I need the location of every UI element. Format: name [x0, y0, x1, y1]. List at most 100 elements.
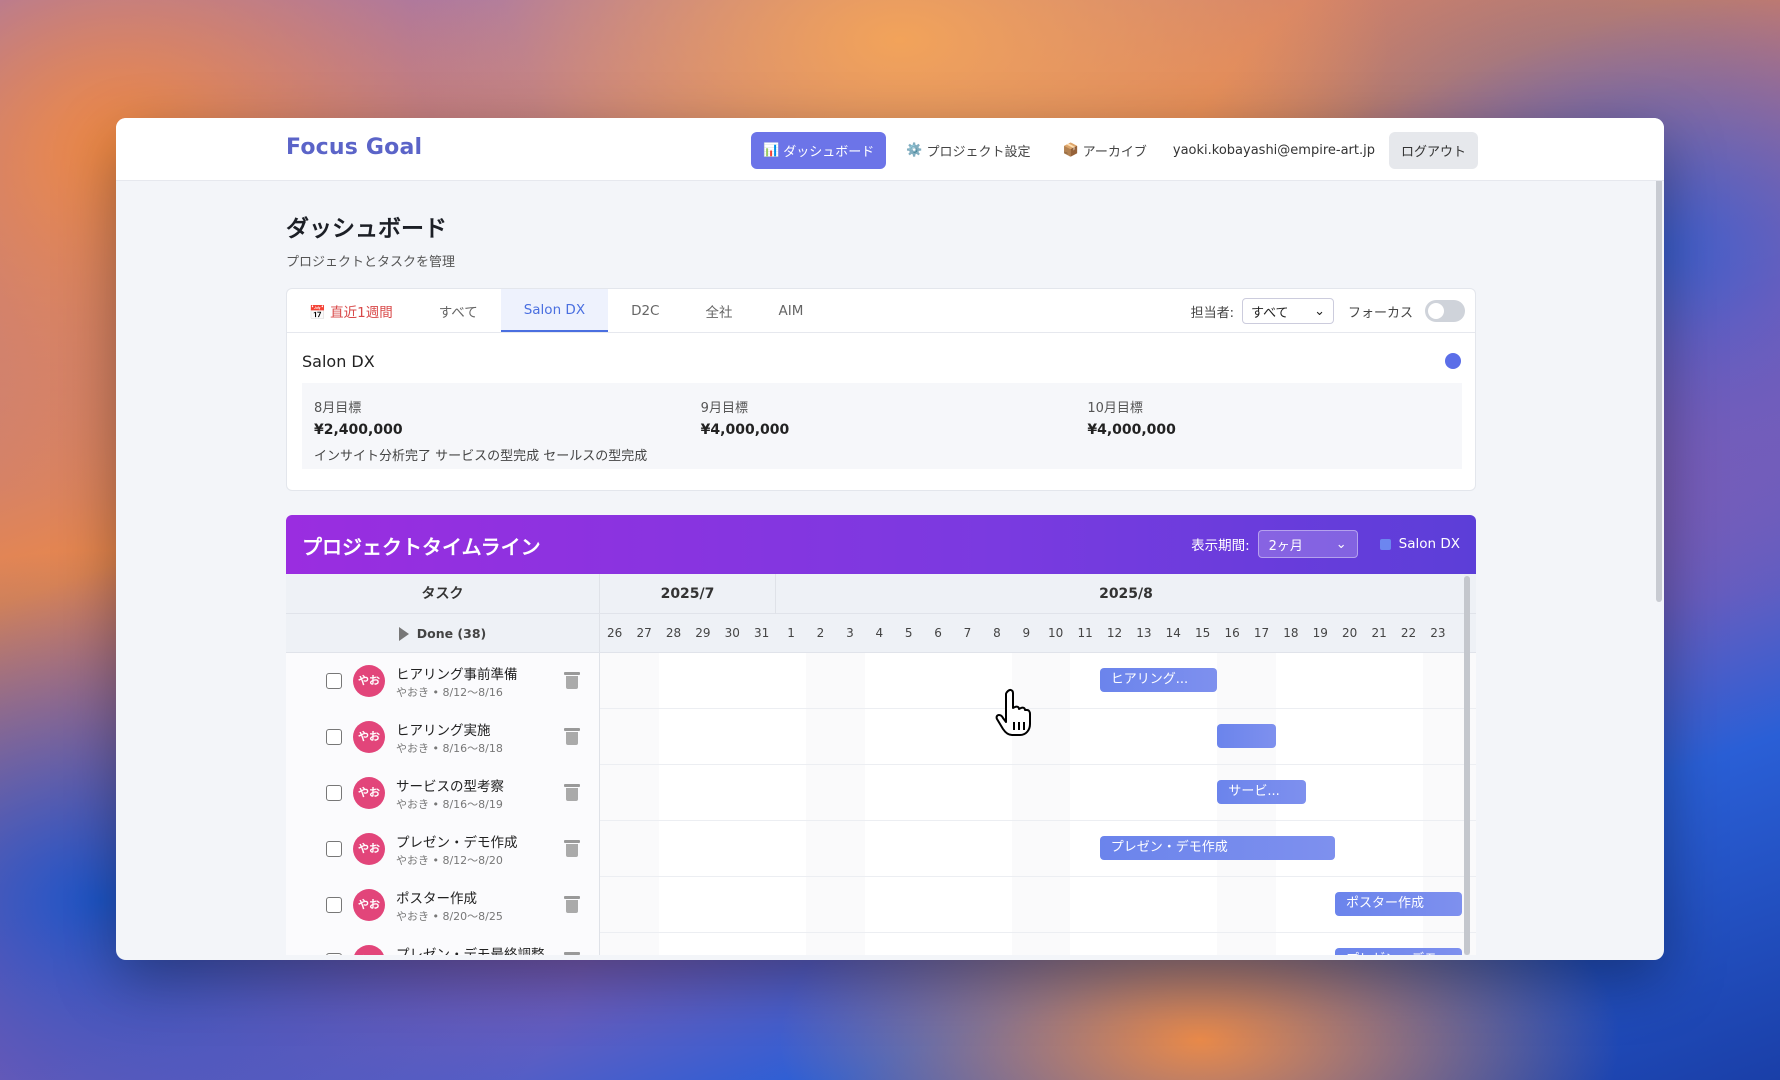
- trash-icon[interactable]: [564, 952, 580, 955]
- hand-cursor-icon: [995, 688, 1031, 736]
- tab-d2c[interactable]: D2C: [608, 289, 682, 332]
- nav-archive-label: アーカイブ: [1082, 145, 1147, 160]
- avatar: やお: [353, 721, 385, 753]
- filter-controls: 担当者: すべて ⌄ フォーカス: [1191, 298, 1465, 324]
- chevron-down-icon: ⌄: [1314, 303, 1325, 319]
- day-label: 30: [724, 626, 740, 640]
- tab-salon-dx[interactable]: Salon DX: [500, 289, 609, 332]
- period-value: 2ヶ月: [1268, 538, 1303, 554]
- play-icon: [398, 626, 409, 641]
- focus-label: フォーカス: [1347, 305, 1413, 321]
- day-label: 23: [1430, 626, 1446, 640]
- task-name[interactable]: サービスの型考察: [396, 775, 504, 795]
- task-checkbox[interactable]: [326, 897, 342, 913]
- task-name[interactable]: ポスター作成: [396, 887, 477, 907]
- project-tabs: 📅 直近1週間 すべて Salon DX D2C 全社 AIM 担当者: すべて…: [287, 289, 1475, 333]
- done-toggle-cell[interactable]: Done (38): [286, 614, 600, 652]
- legend-label: Salon DX: [1398, 536, 1460, 552]
- day-label: 29: [695, 626, 711, 640]
- nav-dashboard-button[interactable]: 📊 ダッシュボード: [751, 132, 887, 169]
- task-name[interactable]: プレゼン・デモ最終調整: [396, 943, 545, 955]
- goal-august: 8月目標 ¥2,400,000 インサイト分析完了 サービスの型完成 セールスの…: [302, 383, 689, 469]
- task-row: やお プレゼン・デモ最終調整 プレゼン・デモ: [286, 933, 1476, 955]
- nav-project-settings-button[interactable]: ⚙️ プロジェクト設定: [894, 132, 1042, 169]
- user-email: yaoki.kobayashi@empire-art.jp: [1172, 143, 1375, 158]
- nav-archive-button[interactable]: 📦 アーカイブ: [1050, 132, 1158, 169]
- gantt-bar[interactable]: ポスター作成: [1335, 892, 1462, 916]
- day-label: 2: [816, 626, 825, 640]
- trash-icon[interactable]: [564, 896, 580, 913]
- task-checkbox[interactable]: [326, 785, 342, 801]
- avatar: やお: [353, 777, 385, 809]
- day-label: 6: [934, 626, 942, 640]
- main-content: ダッシュボード プロジェクトとタスクを管理 📅 直近1週間 すべて Salon …: [286, 181, 1476, 955]
- gantt-bar[interactable]: プレゼン・デモ: [1335, 948, 1462, 955]
- task-cell: やお ポスター作成 やおき • 8/20〜8/25: [286, 877, 600, 933]
- task-name[interactable]: ヒアリング事前準備: [396, 663, 518, 683]
- day-labels: 26 27 28 29 30 31 1 2 3 4 5 6 7 8 9 10 11 12 13 14 15 16 17 18 1…: [600, 614, 1476, 653]
- page-title: ダッシュボード: [286, 216, 447, 242]
- task-row: やお ポスター作成 やおき • 8/20〜8/25 ポスター作成: [286, 877, 1476, 933]
- day-label: 11: [1077, 626, 1093, 640]
- gantt-bar[interactable]: プレゼン・デモ作成: [1099, 836, 1335, 860]
- period-select[interactable]: 2ヶ月 ⌄: [1257, 530, 1358, 558]
- top-navbar: Focus Goal 📊 ダッシュボード ⚙️ プロジェクト設定 📦 アーカイブ…: [116, 118, 1664, 181]
- trash-icon[interactable]: [564, 840, 580, 857]
- logout-button[interactable]: ログアウト: [1388, 132, 1478, 169]
- day-label: 5: [904, 626, 913, 640]
- avatar: やお: [353, 889, 385, 921]
- tab-company[interactable]: 全社: [682, 289, 755, 332]
- gantt-bar[interactable]: ヒアリング...: [1099, 668, 1218, 692]
- task-cell: やお ヒアリング事前準備 やおき • 8/12〜8/16: [286, 653, 600, 709]
- goal-label: 10月目標: [1087, 401, 1143, 416]
- task-name[interactable]: プレゼン・デモ作成: [396, 831, 518, 851]
- gantt-bar[interactable]: [1217, 724, 1277, 748]
- task-checkbox[interactable]: [326, 953, 342, 955]
- task-checkbox[interactable]: [326, 729, 342, 745]
- task-row: やお サービスの型考察 やおき • 8/16〜8/19 サービ...: [286, 765, 1476, 821]
- task-cell: やお サービスの型考察 やおき • 8/16〜8/19: [286, 765, 600, 821]
- day-label: 16: [1224, 626, 1240, 640]
- task-checkbox[interactable]: [326, 841, 342, 857]
- window-scrollbar[interactable]: [1656, 122, 1662, 602]
- day-label: 3: [846, 626, 854, 640]
- day-label: 8: [993, 626, 1001, 640]
- day-label: 31: [754, 626, 770, 640]
- timeline-scrollbar[interactable]: [1464, 574, 1470, 955]
- day-label: 17: [1253, 626, 1270, 640]
- project-timeline: プロジェクトタイムライン 表示期間: 2ヶ月 ⌄ Salon DX タスク 20…: [286, 515, 1476, 955]
- gantt-bar[interactable]: サービ...: [1217, 780, 1306, 804]
- task-meta: やおき • 8/12〜8/20: [396, 854, 503, 867]
- brand-logo[interactable]: Focus Goal: [286, 135, 422, 160]
- chart-icon: 📊: [763, 143, 780, 158]
- trash-icon[interactable]: [564, 672, 580, 689]
- package-icon: 📦: [1062, 143, 1079, 158]
- assignee-select[interactable]: すべて ⌄: [1241, 298, 1334, 324]
- goal-october: 10月目標 ¥4,000,000: [1075, 383, 1462, 469]
- task-checkbox[interactable]: [326, 673, 342, 689]
- task-meta: やおき • 8/12〜8/16: [396, 686, 503, 699]
- timeline-header: プロジェクトタイムライン 表示期間: 2ヶ月 ⌄ Salon DX: [286, 515, 1476, 574]
- goal-amount: ¥4,000,000: [700, 422, 790, 438]
- scrollbar-thumb[interactable]: [1464, 576, 1470, 955]
- goal-amount: ¥4,000,000: [1087, 422, 1176, 438]
- day-label: 15: [1195, 626, 1211, 640]
- tab-recent-week[interactable]: 📅 直近1週間: [297, 289, 416, 332]
- trash-icon[interactable]: [564, 784, 580, 801]
- day-label: 14: [1165, 626, 1181, 640]
- trash-icon[interactable]: [564, 728, 580, 745]
- task-meta: やおき • 8/16〜8/18: [396, 742, 503, 755]
- project-card: 📅 直近1週間 すべて Salon DX D2C 全社 AIM 担当者: すべて…: [286, 288, 1476, 491]
- tab-all[interactable]: すべて: [416, 289, 501, 332]
- done-toggle[interactable]: Done (38): [286, 614, 599, 653]
- focus-toggle[interactable]: [1425, 300, 1465, 322]
- day-label: 4: [875, 626, 884, 640]
- task-name[interactable]: ヒアリング実施: [396, 719, 491, 739]
- day-label: 10: [1048, 626, 1064, 640]
- task-header-cell: タスク: [286, 574, 600, 613]
- day-label: 13: [1136, 626, 1152, 640]
- goal-label: 8月目標: [314, 401, 362, 416]
- avatar: やお: [353, 833, 385, 865]
- assignee-value: すべて: [1250, 305, 1289, 321]
- tab-aim[interactable]: AIM: [755, 289, 826, 332]
